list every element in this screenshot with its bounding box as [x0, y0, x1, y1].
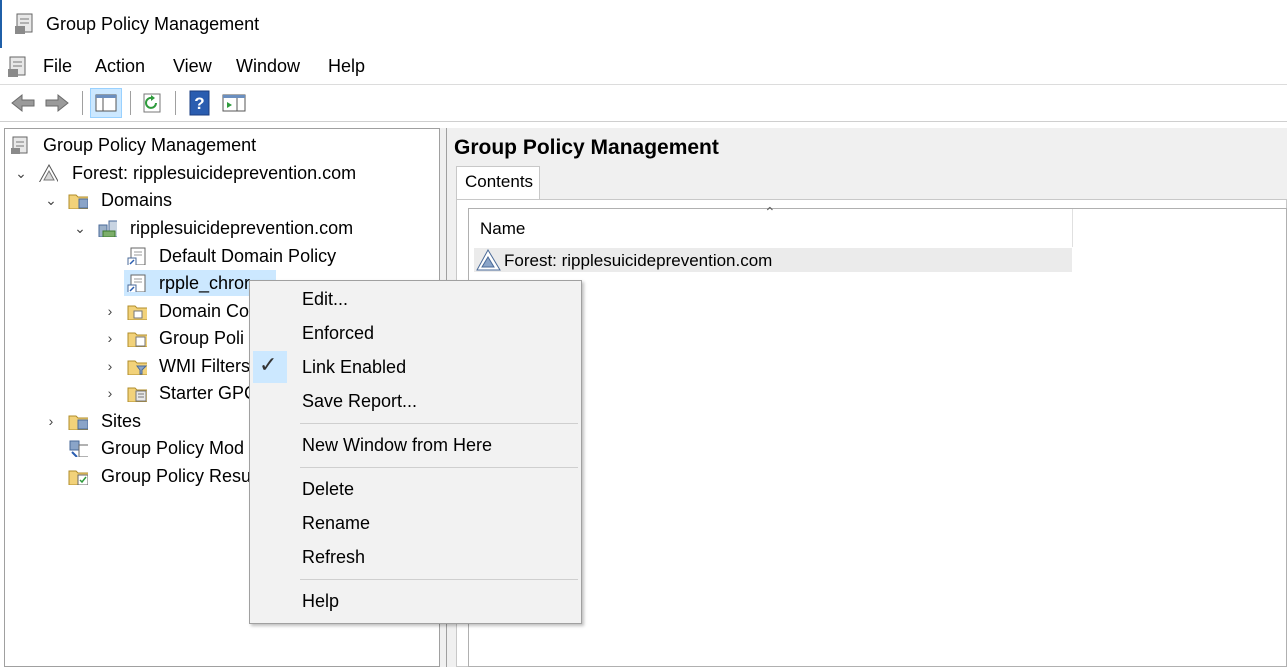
console-tree-icon: [95, 94, 117, 112]
gpo-link-icon: [127, 247, 146, 265]
toolbar-separator: [175, 91, 176, 115]
menu-separator: [300, 467, 578, 468]
results-icon: [68, 470, 88, 485]
menu-help[interactable]: Help: [328, 56, 365, 77]
back-arrow-icon[interactable]: [10, 92, 36, 114]
tree-label: Group Poli: [159, 328, 245, 348]
checkmark-icon: ✓: [259, 352, 278, 377]
svg-text:?: ?: [194, 94, 204, 113]
tree-item-sites[interactable]: › Sites: [44, 408, 244, 434]
tree-item-forest[interactable]: ⌄ Forest: ripplesuicideprevention.com: [14, 160, 434, 186]
tree-label: ripplesuicideprevention.com: [130, 218, 354, 238]
tree-label: Domains: [101, 190, 173, 210]
menu-separator: [300, 423, 578, 424]
menu-item-rename[interactable]: Rename: [302, 513, 370, 534]
menu-separator: [300, 579, 578, 580]
forest-icon: [38, 164, 58, 182]
modeling-icon: [69, 440, 88, 457]
menu-view[interactable]: View: [173, 56, 212, 77]
chevron-down-icon[interactable]: ⌄: [14, 160, 28, 186]
menu-window[interactable]: Window: [236, 56, 300, 77]
action-pane-icon[interactable]: [222, 93, 248, 115]
chevron-right-icon[interactable]: ›: [103, 298, 117, 324]
toolbar-separator: [82, 91, 83, 115]
tab-label: Contents: [465, 172, 534, 191]
menu-bar: File Action View Window Help: [0, 48, 1287, 85]
tree-label: Sites: [101, 411, 142, 431]
toolbar: ?: [0, 85, 1287, 122]
ou-folder-icon: [127, 305, 147, 320]
gpm-icon: [11, 136, 28, 154]
list-item-label: Forest: ripplesuicideprevention.com: [504, 251, 773, 270]
help-icon[interactable]: ?: [189, 90, 211, 116]
tree-item-domain[interactable]: ⌄ ripplesuicideprevention.com: [73, 215, 433, 241]
wmi-filter-folder-icon: [127, 360, 147, 375]
menu-item-save-report[interactable]: Save Report...: [302, 391, 417, 412]
gpo-link-icon: [127, 274, 146, 292]
menu-item-edit[interactable]: Edit...: [302, 289, 348, 310]
menu-item-refresh[interactable]: Refresh: [302, 547, 365, 568]
gpo-folder-icon: [127, 332, 147, 347]
show-hide-tree-button[interactable]: [90, 88, 122, 118]
menu-file[interactable]: File: [43, 56, 72, 77]
system-menu-icon[interactable]: [7, 55, 31, 79]
tree-label: Group Policy Resu: [101, 466, 252, 486]
tree-label: Starter GPC: [159, 383, 258, 403]
tree-label: Forest: ripplesuicideprevention.com: [72, 163, 357, 183]
tree-item-starter-gpos[interactable]: › Starter GPC: [103, 380, 257, 406]
tree-item-group-policy-modeling[interactable]: Group Policy Mod: [68, 435, 248, 461]
forest-icon: [476, 249, 501, 271]
forward-arrow-icon[interactable]: [44, 92, 70, 114]
chevron-right-icon[interactable]: ›: [103, 325, 117, 351]
menu-item-help[interactable]: Help: [302, 591, 339, 612]
tree-item-group-policy-objects[interactable]: › Group Poli: [103, 325, 253, 351]
chevron-right-icon[interactable]: ›: [44, 408, 58, 434]
chevron-right-icon[interactable]: ›: [103, 380, 117, 406]
tree-label: Group Policy Mod: [101, 438, 245, 458]
sort-ascending-icon: ⌃: [764, 204, 776, 220]
tree-item-domains[interactable]: ⌄ Domains: [44, 187, 434, 213]
domain-icon: [98, 220, 117, 237]
tree-label: Group Policy Management: [43, 135, 257, 155]
details-title: Group Policy Management: [454, 136, 719, 159]
chevron-down-icon[interactable]: ⌄: [73, 215, 87, 241]
window-title: Group Policy Management: [46, 14, 260, 34]
sites-folder-icon: [68, 415, 88, 430]
tree-item-gpm-root[interactable]: Group Policy Management: [10, 132, 430, 158]
tree-item-domain-controllers[interactable]: › Domain Co: [103, 298, 253, 324]
tree-item-wmi-filters[interactable]: › WMI Filters: [103, 353, 253, 379]
domains-folder-icon: [68, 194, 88, 209]
menu-action[interactable]: Action: [95, 56, 145, 77]
refresh-icon[interactable]: [141, 92, 165, 114]
tree-label: rpple_chror: [159, 273, 251, 293]
starter-gpo-folder-icon: [127, 387, 147, 402]
tree-item-group-policy-results[interactable]: Group Policy Resu: [68, 463, 252, 489]
tree-item-default-domain-policy[interactable]: Default Domain Policy: [127, 243, 427, 269]
tree-label: WMI Filters: [159, 356, 250, 376]
menu-item-new-window[interactable]: New Window from Here: [302, 435, 492, 456]
tree-label: Default Domain Policy: [159, 246, 337, 266]
tree-label: Domain Co: [159, 301, 250, 321]
chevron-right-icon[interactable]: ›: [103, 353, 117, 379]
gpm-app-icon: [15, 13, 33, 34]
menu-item-delete[interactable]: Delete: [302, 479, 354, 500]
toolbar-separator: [130, 91, 131, 115]
chevron-down-icon[interactable]: ⌄: [44, 187, 58, 213]
contents-list: [468, 208, 1287, 667]
column-header-label: Name: [480, 219, 526, 238]
menu-item-link-enabled[interactable]: Link Enabled: [302, 357, 406, 378]
menu-item-enforced[interactable]: Enforced: [302, 323, 374, 344]
